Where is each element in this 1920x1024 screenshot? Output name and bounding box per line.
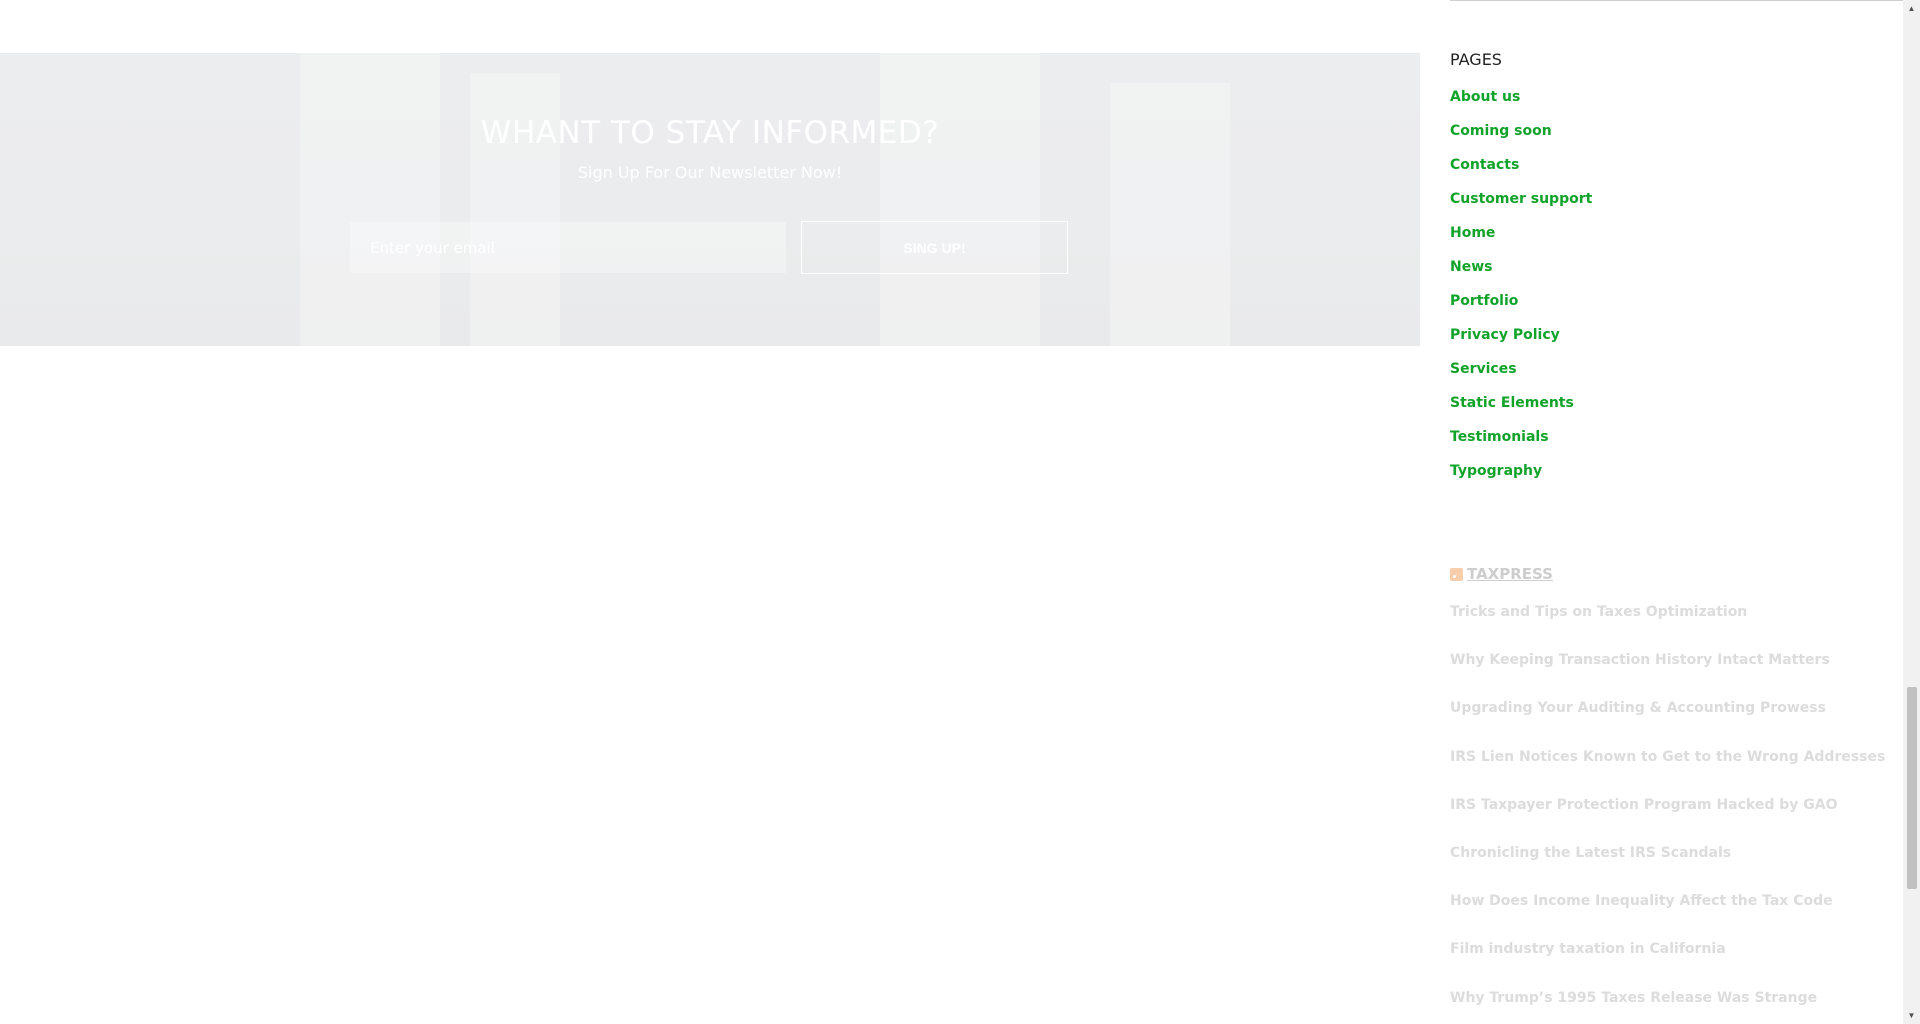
list-item: Home	[1450, 224, 1592, 258]
list-item: IRS Taxpayer Protection Program Hacked b…	[1450, 796, 1885, 844]
background-building-shape	[880, 53, 1040, 346]
list-item: Film industry taxation in California	[1450, 940, 1885, 988]
page-link-privacy-policy[interactable]: Privacy Policy	[1450, 327, 1560, 343]
newsletter-subtitle: Sign Up For Our Newsletter Now!	[577, 163, 843, 182]
background-building-shape	[300, 53, 440, 346]
vertical-scrollbar[interactable]: ▲ ▼	[1903, 0, 1920, 1024]
page-link-static-elements[interactable]: Static Elements	[1450, 395, 1574, 411]
list-item: Static Elements	[1450, 394, 1592, 428]
list-item: Testimonials	[1450, 428, 1592, 462]
rss-icon[interactable]	[1450, 567, 1463, 581]
page-link-news[interactable]: News	[1450, 259, 1492, 275]
list-item: Why Trump’s 1995 Taxes Release Was Stran…	[1450, 989, 1885, 1024]
page-link-coming-soon[interactable]: Coming soon	[1450, 123, 1552, 139]
page-link-typography[interactable]: Typography	[1450, 463, 1542, 479]
newsletter-section: WHANT TO STAY INFORMED? Sign Up For Our …	[0, 53, 1420, 346]
list-item: News	[1450, 258, 1592, 292]
page: WHANT TO STAY INFORMED? Sign Up For Our …	[0, 0, 1920, 1024]
rss-title-link[interactable]: TAXPRESS	[1467, 565, 1553, 583]
sidebar-divider	[1450, 0, 1904, 1]
rss-item-link[interactable]: Tricks and Tips on Taxes Optimization	[1450, 604, 1747, 620]
list-item: IRS Lien Notices Known to Get to the Wro…	[1450, 748, 1885, 796]
list-item: Why Keeping Transaction History Intact M…	[1450, 651, 1885, 699]
pages-list: About us Coming soon Contacts Customer s…	[1450, 88, 1592, 496]
rss-list: Tricks and Tips on Taxes Optimization Wh…	[1450, 603, 1885, 1024]
list-item: Services	[1450, 360, 1592, 394]
newsletter-title: WHANT TO STAY INFORMED?	[480, 115, 940, 151]
page-link-contacts[interactable]: Contacts	[1450, 157, 1519, 173]
list-item: Customer support	[1450, 190, 1592, 224]
page-link-about-us[interactable]: About us	[1450, 89, 1520, 105]
rss-item-link[interactable]: Upgrading Your Auditing & Accounting Pro…	[1450, 700, 1826, 716]
background-building-shape	[470, 73, 560, 346]
list-item: About us	[1450, 88, 1592, 122]
page-link-customer-support[interactable]: Customer support	[1450, 191, 1592, 207]
rss-item-link[interactable]: IRS Taxpayer Protection Program Hacked b…	[1450, 797, 1837, 813]
list-item: Coming soon	[1450, 122, 1592, 156]
rss-item-link[interactable]: Why Trump’s 1995 Taxes Release Was Stran…	[1450, 990, 1817, 1006]
page-link-portfolio[interactable]: Portfolio	[1450, 293, 1518, 309]
email-input[interactable]	[350, 222, 786, 273]
page-link-services[interactable]: Services	[1450, 361, 1517, 377]
rss-widget-title: TAXPRESS	[1450, 565, 1553, 583]
list-item: Portfolio	[1450, 292, 1592, 326]
list-item: Typography	[1450, 462, 1592, 496]
sidebar: PAGES About us Coming soon Contacts Cust…	[1450, 0, 1904, 1024]
page-link-testimonials[interactable]: Testimonials	[1450, 429, 1549, 445]
rss-item-link[interactable]: Why Keeping Transaction History Intact M…	[1450, 652, 1830, 668]
list-item: How Does Income Inequality Affect the Ta…	[1450, 892, 1885, 940]
signup-button[interactable]: SING UP!	[801, 221, 1068, 274]
scrollbar-thumb[interactable]	[1907, 687, 1917, 889]
scroll-down-arrow-icon[interactable]: ▼	[1903, 1007, 1920, 1024]
pages-widget-title: PAGES	[1450, 50, 1502, 69]
list-item: Upgrading Your Auditing & Accounting Pro…	[1450, 699, 1885, 747]
rss-item-link[interactable]: Chronicling the Latest IRS Scandals	[1450, 845, 1731, 861]
list-item: Chronicling the Latest IRS Scandals	[1450, 844, 1885, 892]
list-item: Contacts	[1450, 156, 1592, 190]
list-item: Tricks and Tips on Taxes Optimization	[1450, 603, 1885, 651]
scroll-up-arrow-icon[interactable]: ▲	[1903, 0, 1920, 17]
list-item: Privacy Policy	[1450, 326, 1592, 360]
rss-item-link[interactable]: Film industry taxation in California	[1450, 941, 1726, 957]
page-link-home[interactable]: Home	[1450, 225, 1495, 241]
rss-item-link[interactable]: How Does Income Inequality Affect the Ta…	[1450, 893, 1833, 909]
rss-item-link[interactable]: IRS Lien Notices Known to Get to the Wro…	[1450, 749, 1885, 765]
